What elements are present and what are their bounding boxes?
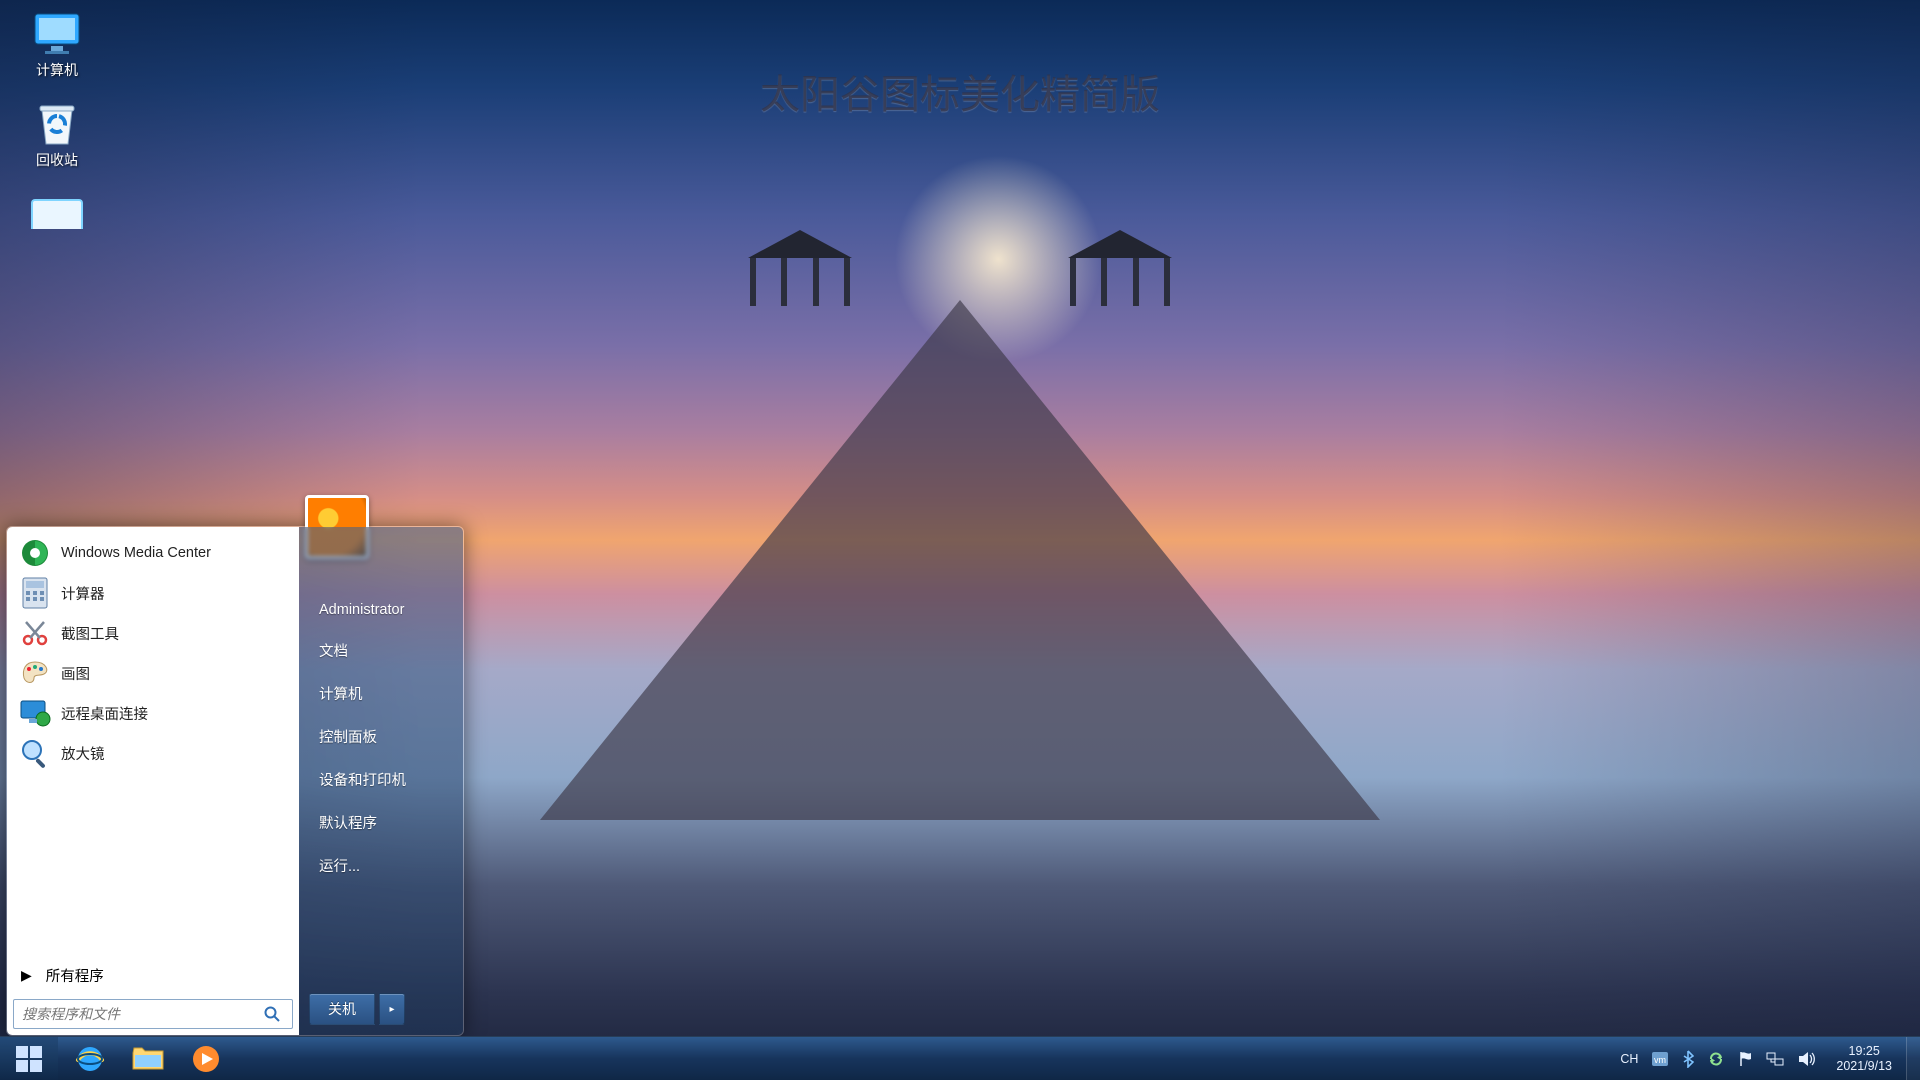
taskbar: CH vm 19:25 2021/9/13 (0, 1036, 1920, 1080)
calculator-icon (19, 577, 51, 609)
start-right-control-panel[interactable]: 控制面板 (309, 715, 453, 758)
wallpaper-pavilion-right (1060, 230, 1180, 320)
start-right-computer[interactable]: 计算机 (309, 672, 453, 715)
desktop-icon-recycle-bin[interactable]: 回收站 (12, 102, 102, 170)
taskbar-pin-ie[interactable] (64, 1040, 116, 1078)
taskbar-spacer (238, 1037, 1612, 1080)
media-player-icon (191, 1044, 221, 1074)
start-program-label: 计算器 (61, 583, 105, 604)
desktop-icon-computer[interactable]: 计算机 (12, 12, 102, 80)
start-right-run[interactable]: 运行... (309, 844, 453, 887)
all-programs-label: 所有程序 (46, 965, 104, 986)
taskbar-pinned-apps (58, 1037, 238, 1080)
desktop-icon-label: 回收站 (36, 150, 78, 170)
start-menu-left-pane: Windows Media Center 计算器 截图工具 画图 远程桌面连接 (7, 527, 299, 1035)
desktop-icon-label: 计算机 (36, 60, 78, 80)
vm-icon[interactable]: vm (1652, 1052, 1668, 1066)
magnifier-icon (19, 737, 51, 769)
bluetooth-icon[interactable] (1682, 1050, 1694, 1068)
control-panel-icon (31, 192, 83, 236)
start-right-user[interactable]: Administrator (309, 591, 453, 629)
start-program-label: 远程桌面连接 (61, 703, 148, 724)
flag-icon[interactable] (1738, 1051, 1752, 1067)
start-program-label: Windows Media Center (61, 545, 211, 561)
wallpaper-pier (540, 300, 1380, 820)
start-program-calculator[interactable]: 计算器 (13, 573, 293, 613)
shutdown-options-button[interactable]: ▸ (379, 993, 405, 1025)
palette-icon (19, 657, 51, 689)
start-program-wmc[interactable]: Windows Media Center (13, 533, 293, 573)
show-desktop-button[interactable] (1906, 1037, 1920, 1080)
start-program-paint[interactable]: 画图 (13, 653, 293, 693)
ime-indicator[interactable]: CH (1620, 1052, 1638, 1066)
taskbar-clock[interactable]: 19:25 2021/9/13 (1830, 1044, 1898, 1073)
start-right-default-programs[interactable]: 默认程序 (309, 801, 453, 844)
start-search-input[interactable] (14, 1006, 264, 1022)
folder-icon (131, 1045, 165, 1073)
windows-logo-icon (16, 1046, 42, 1072)
triangle-right-icon: ▶ (21, 967, 32, 984)
start-search-box[interactable] (13, 999, 293, 1029)
system-tray: CH vm 19:25 2021/9/13 (1612, 1037, 1906, 1080)
start-program-snipping-tool[interactable]: 截图工具 (13, 613, 293, 653)
start-program-label: 放大镜 (61, 743, 105, 764)
clock-date: 2021/9/13 (1836, 1059, 1892, 1073)
wmc-icon (19, 537, 51, 569)
start-program-label: 画图 (61, 663, 90, 684)
sync-icon[interactable] (1708, 1051, 1724, 1067)
start-menu-right-pane: Administrator 文档 计算机 控制面板 设备和打印机 默认程序 运行… (299, 527, 463, 1035)
triangle-right-icon: ▸ (389, 1004, 394, 1015)
wallpaper-pavilion-left (740, 230, 860, 320)
volume-icon[interactable] (1798, 1051, 1816, 1067)
desktop-icon-control-panel-partial[interactable] (12, 192, 102, 236)
start-menu: Windows Media Center 计算器 截图工具 画图 远程桌面连接 (6, 526, 464, 1036)
monitor-icon (31, 12, 83, 56)
taskbar-pin-explorer[interactable] (122, 1040, 174, 1078)
all-programs-button[interactable]: ▶ 所有程序 (13, 957, 293, 993)
start-right-devices[interactable]: 设备和打印机 (309, 758, 453, 801)
scissors-icon (19, 617, 51, 649)
taskbar-pin-media-player[interactable] (180, 1040, 232, 1078)
clock-time: 19:25 (1836, 1044, 1892, 1058)
recycle-bin-icon (31, 102, 83, 146)
network-icon[interactable] (1766, 1052, 1784, 1066)
svg-text:vm: vm (1654, 1055, 1666, 1065)
start-program-remote-desktop[interactable]: 远程桌面连接 (13, 693, 293, 733)
start-program-magnifier[interactable]: 放大镜 (13, 733, 293, 773)
start-program-label: 截图工具 (61, 623, 119, 644)
remote-desktop-icon (19, 697, 51, 729)
start-button[interactable] (0, 1037, 58, 1080)
wallpaper-watermark: 太阳谷图标美化精简版 (760, 62, 1160, 120)
start-right-documents[interactable]: 文档 (309, 629, 453, 672)
shutdown-button[interactable]: 关机 (309, 993, 375, 1025)
ie-icon (74, 1043, 106, 1075)
search-icon[interactable] (264, 1006, 292, 1022)
desktop-icons: 计算机 回收站 (12, 12, 102, 236)
